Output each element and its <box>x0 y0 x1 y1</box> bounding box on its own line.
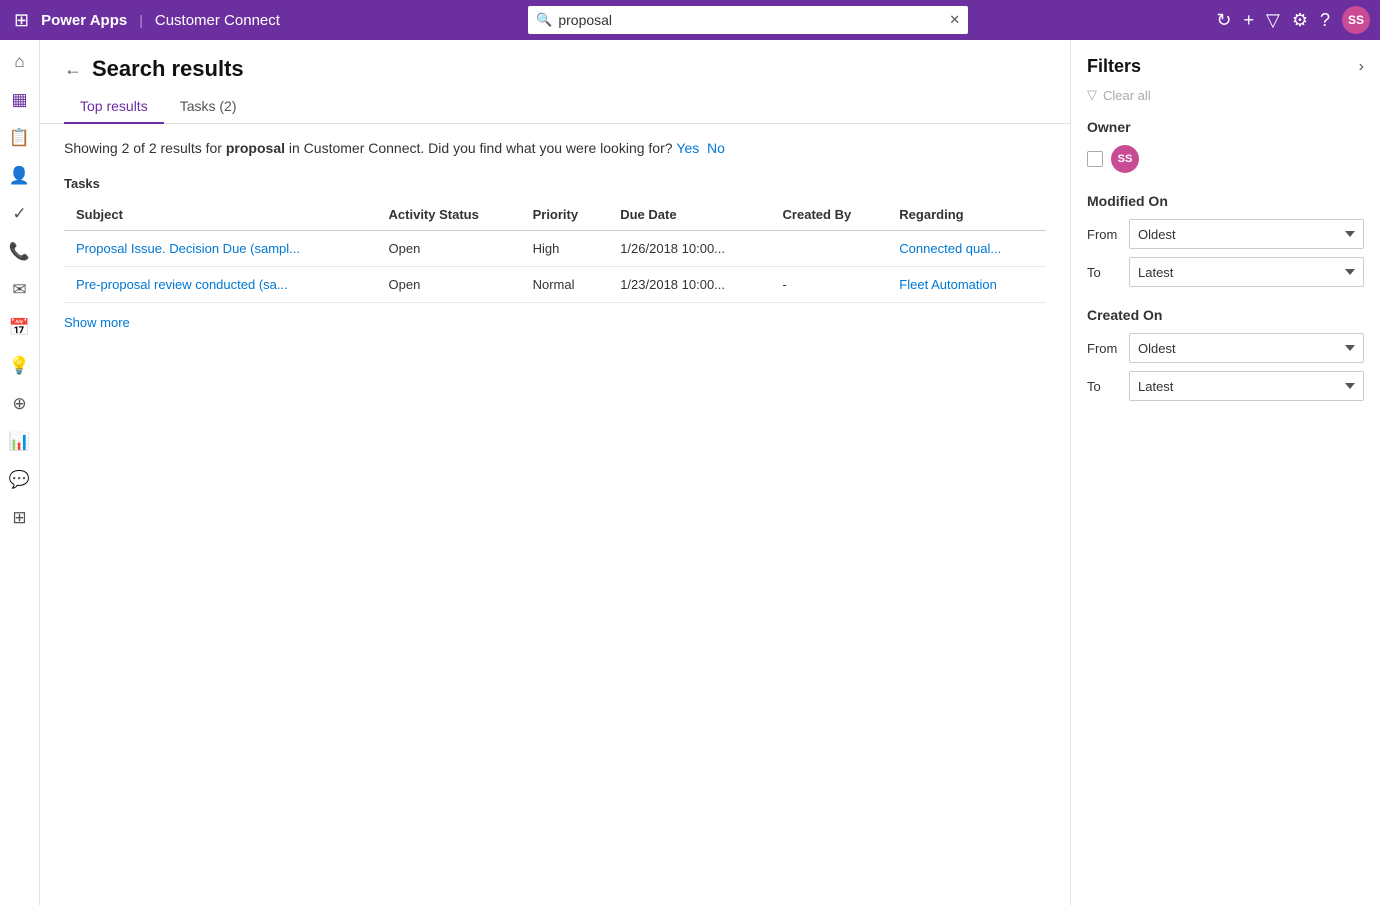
row2-due-date: 1/23/2018 10:00... <box>608 267 770 303</box>
modified-from-row: From Oldest Latest <box>1087 219 1364 249</box>
row1-priority: High <box>521 231 609 267</box>
result-summary: Showing 2 of 2 results for proposal in C… <box>64 140 1046 156</box>
table-row: Pre-proposal review conducted (sa... Ope… <box>64 267 1046 303</box>
owner-label: Owner <box>1087 119 1364 135</box>
table-row: Proposal Issue. Decision Due (sampl... O… <box>64 231 1046 267</box>
modified-to-select[interactable]: Oldest Latest <box>1129 257 1364 287</box>
sidebar-item-tasks[interactable]: ✓ <box>2 196 38 232</box>
result-summary-prefix: Showing 2 of 2 results for <box>64 140 226 156</box>
main-layout: ⌂ ▦ 📋 👤 ✓ 📞 ✉ 📅 💡 ⊕ 📊 💬 ⊞ ← Search resul… <box>0 40 1380 905</box>
topnav-actions: ↻ + ▽ ⚙ ? SS <box>1216 6 1370 34</box>
col-priority: Priority <box>521 199 609 231</box>
modified-on-date-group: From Oldest Latest To Oldest Latest <box>1087 219 1364 287</box>
yes-link[interactable]: Yes <box>676 140 699 156</box>
owner-checkbox[interactable] <box>1087 151 1103 167</box>
topnav: ⊞ Power Apps | Customer Connect 🔍 ✕ ↻ + … <box>0 0 1380 40</box>
result-summary-suffix: in Customer Connect. Did you find what y… <box>285 140 673 156</box>
row2-priority: Normal <box>521 267 609 303</box>
main-content: ← Search results Top results Tasks (2) S… <box>40 40 1070 905</box>
row2-subject[interactable]: Pre-proposal review conducted (sa... <box>64 267 377 303</box>
row1-activity-status: Open <box>377 231 521 267</box>
sidebar-item-home[interactable]: ⌂ <box>2 44 38 80</box>
sidebar-item-contacts[interactable]: 👤 <box>2 158 38 194</box>
col-regarding: Regarding <box>887 199 1046 231</box>
created-to-row: To Oldest Latest <box>1087 371 1364 401</box>
tab-tasks[interactable]: Tasks (2) <box>164 90 253 124</box>
sidebar-item-chat[interactable]: 💬 <box>2 462 38 498</box>
sidebar-item-apps[interactable]: ⊞ <box>2 500 38 536</box>
filters-chevron-icon[interactable]: › <box>1359 58 1364 76</box>
settings-icon[interactable]: ⚙ <box>1292 10 1308 31</box>
tasks-section-label: Tasks <box>64 176 1046 191</box>
back-button[interactable]: ← <box>64 59 82 80</box>
sidebar-item-bulb[interactable]: 💡 <box>2 348 38 384</box>
app-name: Power Apps <box>41 12 127 29</box>
col-created-by: Created By <box>771 199 888 231</box>
search-box: 🔍 ✕ <box>528 6 968 34</box>
created-from-select[interactable]: Oldest Latest <box>1129 333 1364 363</box>
created-on-filter-section: Created On From Oldest Latest To Oldest … <box>1087 307 1364 401</box>
owner-filter-section: Owner SS <box>1087 119 1364 173</box>
owner-avatar[interactable]: SS <box>1111 145 1139 173</box>
modified-from-label: From <box>1087 227 1119 242</box>
created-from-label: From <box>1087 341 1119 356</box>
help-icon[interactable]: ? <box>1320 10 1330 31</box>
row1-due-date: 1/26/2018 10:00... <box>608 231 770 267</box>
clear-filter-icon: ▽ <box>1087 87 1097 103</box>
result-summary-query: proposal <box>226 140 285 156</box>
row2-created-by: - <box>771 267 888 303</box>
show-more-link[interactable]: Show more <box>64 315 130 330</box>
row1-regarding[interactable]: Connected qual... <box>887 231 1046 267</box>
app-context: Customer Connect <box>155 12 280 29</box>
modified-from-select[interactable]: Oldest Latest <box>1129 219 1364 249</box>
modified-to-row: To Oldest Latest <box>1087 257 1364 287</box>
owner-row: SS <box>1087 145 1364 173</box>
filters-panel: Filters › ▽ Clear all Owner SS Modified … <box>1070 40 1380 905</box>
sidebar-item-email[interactable]: ✉ <box>2 272 38 308</box>
created-from-row: From Oldest Latest <box>1087 333 1364 363</box>
modified-to-label: To <box>1087 265 1119 280</box>
user-avatar[interactable]: SS <box>1342 6 1370 34</box>
search-input[interactable] <box>558 12 949 28</box>
sidebar-item-dashboard[interactable]: ▦ <box>2 82 38 118</box>
col-subject: Subject <box>64 199 377 231</box>
sidebar-item-records[interactable]: 📋 <box>2 120 38 156</box>
filters-title: Filters <box>1087 56 1141 77</box>
sidebar-item-calendar[interactable]: 📅 <box>2 310 38 346</box>
add-icon[interactable]: + <box>1243 10 1254 31</box>
row1-created-by <box>771 231 888 267</box>
no-link[interactable]: No <box>707 140 725 156</box>
sidebar-item-phone[interactable]: 📞 <box>2 234 38 270</box>
tab-top-results[interactable]: Top results <box>64 90 164 124</box>
modified-on-filter-section: Modified On From Oldest Latest To Oldest… <box>1087 193 1364 287</box>
clear-search-icon[interactable]: ✕ <box>949 12 960 28</box>
filter-icon[interactable]: ▽ <box>1266 10 1280 31</box>
row2-activity-status: Open <box>377 267 521 303</box>
created-on-date-group: From Oldest Latest To Oldest Latest <box>1087 333 1364 401</box>
col-due-date: Due Date <box>608 199 770 231</box>
search-body: Showing 2 of 2 results for proposal in C… <box>40 124 1070 905</box>
nav-divider: | <box>139 12 143 28</box>
search-container: 🔍 ✕ <box>288 6 1208 34</box>
clear-all-button[interactable]: Clear all <box>1103 88 1151 103</box>
sidebar-item-reports[interactable]: 📊 <box>2 424 38 460</box>
row1-subject[interactable]: Proposal Issue. Decision Due (sampl... <box>64 231 377 267</box>
filters-header: Filters › <box>1087 56 1364 77</box>
refresh-icon[interactable]: ↻ <box>1216 10 1231 31</box>
results-table: Subject Activity Status Priority Due Dat… <box>64 199 1046 303</box>
page-title: Search results <box>92 56 244 82</box>
col-activity-status: Activity Status <box>377 199 521 231</box>
sidebar: ⌂ ▦ 📋 👤 ✓ 📞 ✉ 📅 💡 ⊕ 📊 💬 ⊞ <box>0 40 40 905</box>
modified-on-label: Modified On <box>1087 193 1364 209</box>
created-on-label: Created On <box>1087 307 1364 323</box>
created-to-select[interactable]: Oldest Latest <box>1129 371 1364 401</box>
sidebar-item-groups[interactable]: ⊕ <box>2 386 38 422</box>
created-to-label: To <box>1087 379 1119 394</box>
tabs: Top results Tasks (2) <box>40 90 1070 124</box>
clear-all-row: ▽ Clear all <box>1087 87 1364 103</box>
row2-regarding[interactable]: Fleet Automation <box>887 267 1046 303</box>
search-icon: 🔍 <box>536 12 552 28</box>
page-header: ← Search results <box>40 40 1070 90</box>
grid-icon[interactable]: ⊞ <box>10 6 33 35</box>
